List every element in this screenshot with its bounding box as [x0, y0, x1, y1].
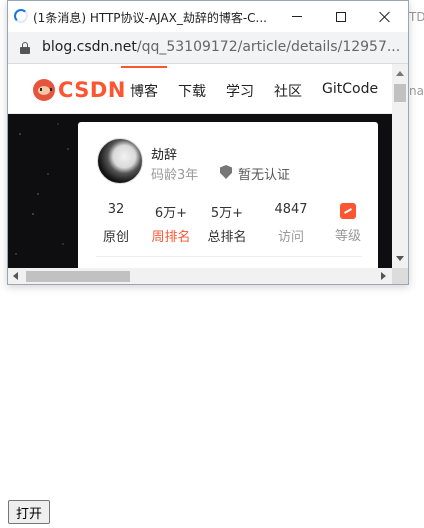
maximize-icon	[336, 11, 346, 22]
stat-original[interactable]: 32 原创	[91, 202, 141, 245]
active-nav-indicator	[121, 66, 167, 68]
stat-label: 总排名	[207, 230, 247, 245]
popup-window: (1条消息) HTTP协议-AJAX_劫辞的博客-C... blog.csdn.…	[7, 0, 409, 285]
stat-label: 原创	[102, 230, 129, 245]
url-text[interactable]: blog.csdn.net/qq_53109172/article/detail…	[42, 39, 402, 55]
maximize-button[interactable]	[319, 1, 363, 32]
stat-visits[interactable]: 4847 访问	[266, 202, 316, 245]
stat-total-rank[interactable]: 5万+ 总排名	[202, 202, 252, 245]
stat-level[interactable]: 等级	[323, 202, 373, 244]
minimize-button[interactable]	[275, 1, 319, 32]
background-text-fragment: TD	[409, 10, 424, 24]
nav-item-community[interactable]: 社区	[274, 81, 302, 101]
title-bar[interactable]: (1条消息) HTTP协议-AJAX_劫辞的博客-C...	[8, 1, 408, 32]
stat-label: 等级	[334, 229, 361, 244]
url-path: /qq_53109172/article/details/12957...	[136, 39, 401, 55]
horizontal-scrollbar[interactable]	[8, 268, 408, 284]
author-name[interactable]: 劫辞	[151, 144, 177, 163]
code-age: 码龄3年	[151, 168, 199, 183]
scrollbar-thumb[interactable]	[26, 271, 130, 282]
window-title: (1条消息) HTTP协议-AJAX_劫辞的博客-C...	[33, 11, 267, 25]
avatar[interactable]	[97, 138, 143, 184]
stat-value: 5万+	[210, 206, 244, 221]
lock-icon[interactable]	[20, 42, 30, 54]
scrollbar-thumb[interactable]	[394, 84, 406, 102]
background-text-fragment: nat	[409, 84, 424, 98]
vertical-scrollbar[interactable]	[392, 64, 408, 268]
stat-value: 6万+	[154, 206, 188, 221]
profile-card: 劫辞 码龄3年 暂无认证 32 原创 6万+ 周排名 5万+ 总排名 4847	[78, 122, 378, 268]
address-bar[interactable]: blog.csdn.net/qq_53109172/article/detail…	[8, 32, 408, 64]
close-button[interactable]	[363, 1, 407, 32]
nav-item-download[interactable]: 下载	[178, 81, 206, 101]
level-badge-icon	[340, 203, 356, 219]
minimize-icon	[292, 16, 302, 17]
divider	[96, 256, 362, 257]
stat-label: 访问	[277, 230, 304, 245]
open-button[interactable]: 打开	[8, 500, 51, 524]
stat-value: 4847	[274, 202, 308, 217]
monkey-mascot-icon	[33, 79, 55, 101]
stat-label: 周排名	[151, 230, 191, 245]
logo-text: CSDN	[58, 78, 126, 102]
loading-spinner-icon	[14, 9, 28, 23]
stat-weekly-rank[interactable]: 6万+ 周排名	[146, 202, 196, 245]
scroll-up-arrow-icon[interactable]	[396, 71, 404, 76]
site-header: CSDN 博客 下载 学习 社区 GitCode	[8, 64, 392, 114]
csdn-logo[interactable]: CSDN	[33, 78, 126, 102]
scroll-down-arrow-icon[interactable]	[396, 256, 404, 261]
page-viewport: CSDN 博客 下载 学习 社区 GitCode 劫辞 码龄3年 暂无认证 32…	[8, 64, 408, 268]
shield-icon	[220, 165, 232, 179]
nav-item-gitcode[interactable]: GitCode	[322, 81, 378, 97]
certification-status: 暂无认证	[238, 168, 291, 183]
nav-item-blog[interactable]: 博客	[130, 81, 158, 101]
nav-item-learn[interactable]: 学习	[226, 81, 254, 101]
scroll-right-arrow-icon[interactable]	[381, 272, 386, 280]
close-icon	[379, 11, 391, 23]
scroll-left-arrow-icon[interactable]	[13, 272, 18, 280]
url-domain: blog.csdn.net	[42, 39, 137, 55]
scrollbar-corner	[392, 268, 408, 284]
stat-value: 32	[107, 202, 125, 217]
profile-banner: 劫辞 码龄3年 暂无认证 32 原创 6万+ 周排名 5万+ 总排名 4847	[8, 114, 392, 268]
